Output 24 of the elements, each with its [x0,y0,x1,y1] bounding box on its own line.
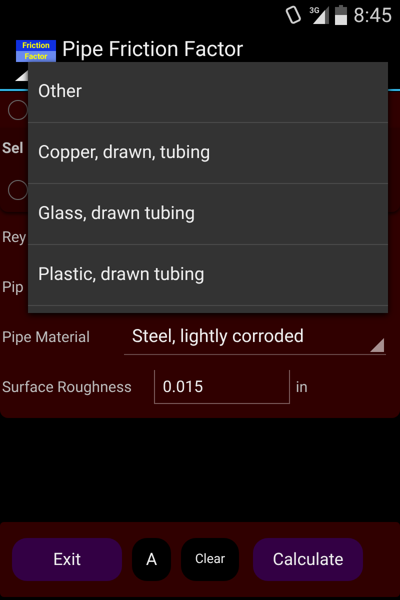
network-type: 3G [309,6,320,15]
input-field[interactable]: 0.015 [154,370,290,404]
dropdown-option[interactable]: Plastic, drawn tubing [28,245,388,306]
dropdown-arrow-icon [370,338,384,352]
action-button[interactable]: A [132,538,172,581]
field-label: Sel [2,139,24,157]
action-button[interactable]: Clear [181,538,240,581]
material-dropdown[interactable]: Steel, lightly corroded [124,320,386,354]
field-label: Pip [2,278,24,296]
app-title: Pipe Friction Factor [62,39,244,61]
field-label: Pipe Material [2,328,90,346]
caret-icon[interactable] [15,70,28,81]
action-button[interactable]: Calculate [253,538,364,581]
battery-icon [335,5,348,25]
dropdown-option[interactable]: Copper, drawn, tubing [28,123,388,184]
screen-rotation-icon [285,5,304,25]
field-label: Rey [2,228,26,246]
dropdown-option[interactable]: Other [28,62,388,123]
field-label: Surface Roughness [2,378,132,396]
app-logo: Friction Factor [16,40,56,62]
clock-time: 8:45 [353,3,392,27]
action-button[interactable]: Exit [12,538,122,581]
unit-label: in [296,378,308,396]
dropdown-option[interactable]: Glass, drawn tubing [28,184,388,245]
